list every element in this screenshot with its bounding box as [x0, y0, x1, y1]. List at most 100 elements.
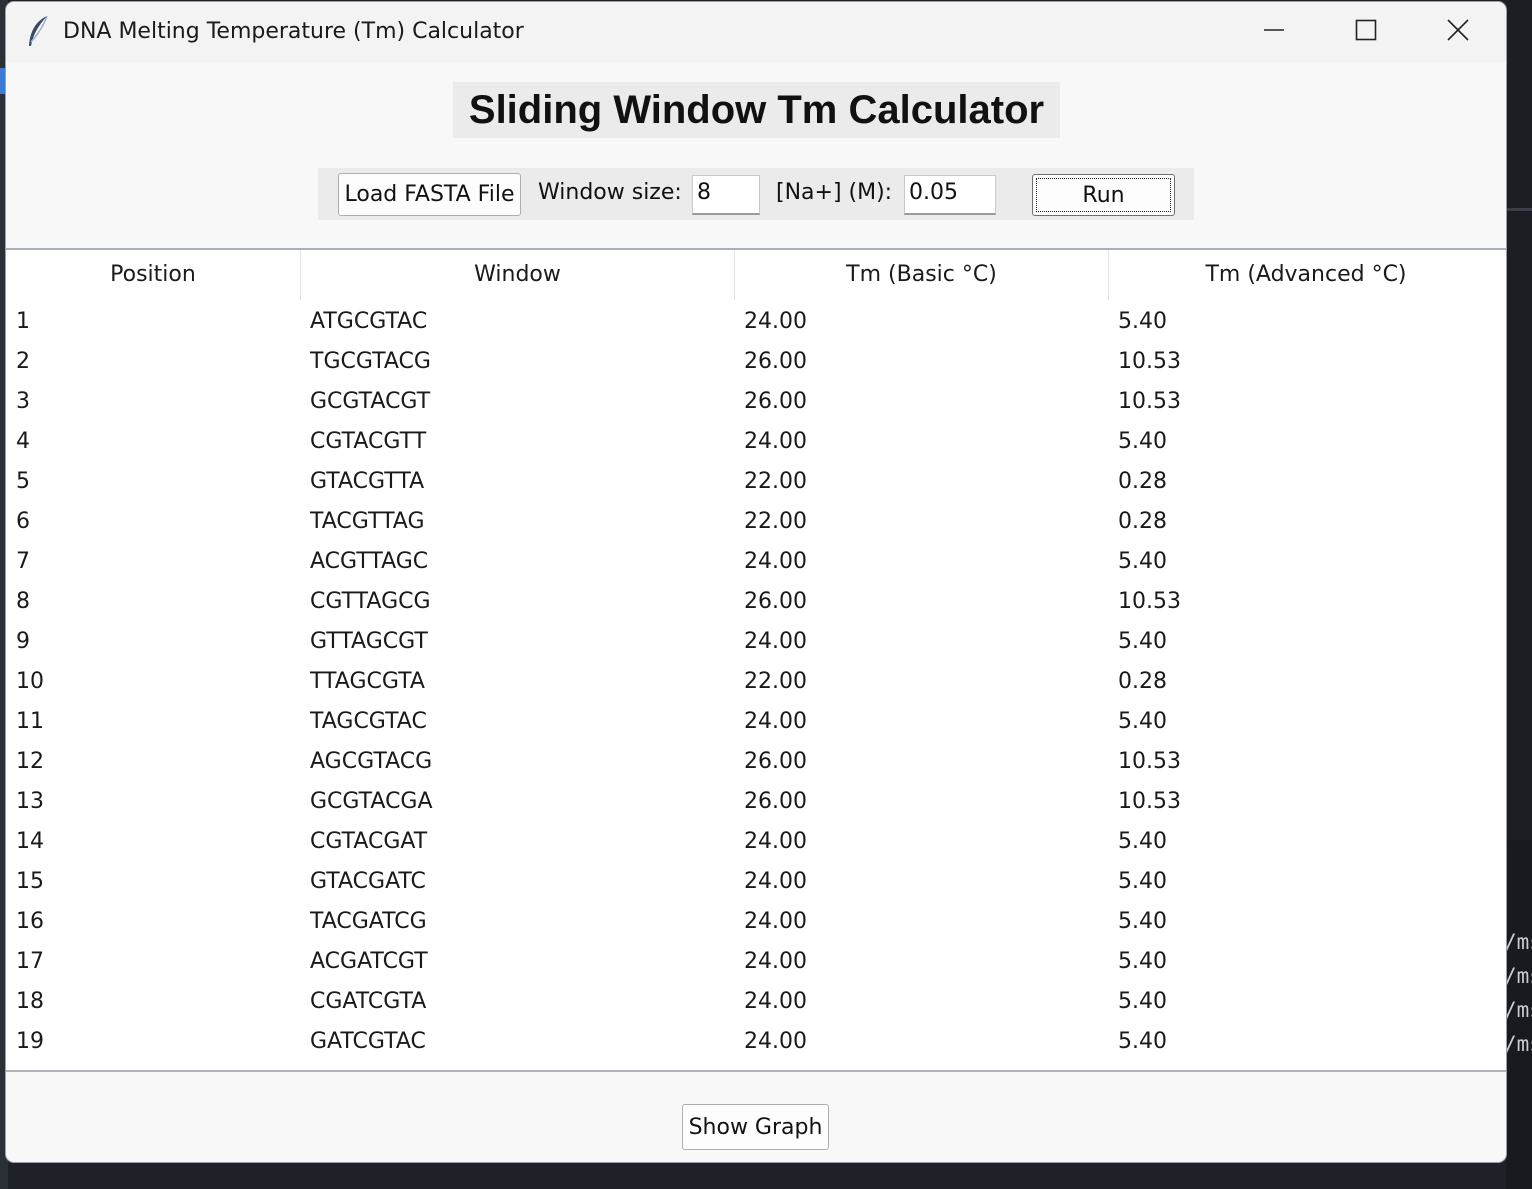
close-button[interactable] — [1412, 2, 1504, 62]
cell-window: CGTACGAT — [310, 829, 428, 854]
cell-tm-advanced: 10.53 — [1118, 749, 1181, 774]
cell-position: 20 — [16, 1062, 44, 1070]
minimize-icon — [1263, 19, 1285, 45]
cell-position: 12 — [16, 749, 44, 774]
cell-tm-advanced: 5.40 — [1118, 309, 1167, 334]
cell-window: GTACGTTA — [310, 469, 425, 494]
cell-tm-advanced: 5.40 — [1118, 949, 1167, 974]
cell-position: 8 — [16, 589, 30, 614]
cell-position: 15 — [16, 869, 44, 894]
cell-tm-basic: 24.00 — [744, 709, 807, 734]
table-row[interactable]: 7 ACGTTAGC 24.00 5.40 — [6, 542, 1506, 582]
cell-window: GCGTACGA — [310, 789, 433, 814]
cell-tm-advanced: 10.53 — [1118, 789, 1181, 814]
cell-tm-advanced: 5.40 — [1118, 869, 1167, 894]
cell-tm-basic: 24.00 — [744, 309, 807, 334]
cell-window: ACGATCGT — [310, 949, 428, 974]
cell-tm-basic: 24.00 — [744, 629, 807, 654]
table-row[interactable]: 1 ATGCGTAC 24.00 5.40 — [6, 302, 1506, 342]
cell-tm-basic: 22.00 — [744, 509, 807, 534]
page-title: Sliding Window Tm Calculator — [453, 82, 1060, 138]
cell-position: 6 — [16, 509, 30, 534]
table-row[interactable]: 17 ACGATCGT 24.00 5.40 — [6, 942, 1506, 982]
column-header-tm-advanced[interactable]: Tm (Advanced °C) — [1109, 250, 1503, 300]
cell-window: GATCGTAC — [310, 1029, 426, 1054]
cell-position: 9 — [16, 629, 30, 654]
background-divider — [1506, 208, 1532, 211]
table-row[interactable]: 6 TACGTTAG 22.00 0.28 — [6, 502, 1506, 542]
run-button[interactable]: Run — [1032, 174, 1175, 216]
table-row[interactable]: 11 TAGCGTAC 24.00 5.40 — [6, 702, 1506, 742]
table-row[interactable]: 14 CGTACGAT 24.00 5.40 — [6, 822, 1506, 862]
cell-tm-basic: 24.00 — [744, 949, 807, 974]
cell-tm-basic: 26.00 — [744, 349, 807, 374]
focus-ring — [1036, 178, 1171, 212]
cell-window: TGCGTACG — [310, 349, 431, 374]
table-row[interactable]: 16 TACGATCG 24.00 5.40 — [6, 902, 1506, 942]
cell-tm-basic: 26.00 — [744, 589, 807, 614]
cell-tm-advanced: 0.28 — [1118, 509, 1167, 534]
app-window: DNA Melting Temperature (Tm) Calculator … — [6, 2, 1506, 1162]
table-row[interactable]: 5 GTACGTTA 22.00 0.28 — [6, 462, 1506, 502]
cell-position: 17 — [16, 949, 44, 974]
column-header-position[interactable]: Position — [6, 250, 301, 300]
table-row[interactable]: 12 AGCGTACG 26.00 10.53 — [6, 742, 1506, 782]
cell-tm-basic: 24.00 — [744, 1029, 807, 1054]
close-icon — [1447, 19, 1469, 45]
na-concentration-input[interactable]: 0.05 — [904, 175, 996, 215]
table-body: 1 ATGCGTAC 24.00 5.40 2 TGCGTACG 26.00 10.53 3 GC… — [6, 302, 1506, 1070]
table-row[interactable]: 9 GTTAGCGT 24.00 5.40 — [6, 622, 1506, 662]
cell-position: 14 — [16, 829, 44, 854]
cell-tm-basic: 24.00 — [744, 549, 807, 574]
cell-window: TACGTTAG — [310, 509, 425, 534]
table-row[interactable]: 3 GCGTACGT 26.00 10.53 — [6, 382, 1506, 422]
cell-tm-advanced: 10.53 — [1118, 589, 1181, 614]
table-row[interactable]: 10 TTAGCGTA 22.00 0.28 — [6, 662, 1506, 702]
cell-window: GTTAGCGT — [310, 629, 428, 654]
table-row[interactable]: 4 CGTACGTT 24.00 5.40 — [6, 422, 1506, 462]
title-bar[interactable]: DNA Melting Temperature (Tm) Calculator — [6, 2, 1506, 62]
table-row[interactable]: 20 ATCGTACG 24.00 5.40 — [6, 1062, 1506, 1070]
table-row[interactable]: 15 GTACGATC 24.00 5.40 — [6, 862, 1506, 902]
minimize-button[interactable] — [1228, 2, 1320, 62]
controls-toolbar: Load FASTA File Window size: 8 [Na+] (M)… — [318, 168, 1194, 220]
cell-position: 2 — [16, 349, 30, 374]
cell-tm-advanced: 5.40 — [1118, 709, 1167, 734]
cell-tm-advanced: 5.40 — [1118, 1029, 1167, 1054]
background-terminal-line: /ms — [1504, 1032, 1532, 1056]
cell-position: 16 — [16, 909, 44, 934]
cell-tm-advanced: 5.40 — [1118, 989, 1167, 1014]
cell-tm-basic: 26.00 — [744, 789, 807, 814]
cell-position: 19 — [16, 1029, 44, 1054]
cell-window: CGATCGTA — [310, 989, 427, 1014]
window-size-input[interactable]: 8 — [692, 175, 760, 215]
cell-tm-advanced: 10.53 — [1118, 389, 1181, 414]
cell-tm-advanced: 0.28 — [1118, 469, 1167, 494]
table-row[interactable]: 19 GATCGTAC 24.00 5.40 — [6, 1022, 1506, 1062]
maximize-button[interactable] — [1320, 2, 1412, 62]
cell-tm-advanced: 5.40 — [1118, 429, 1167, 454]
cell-tm-basic: 24.00 — [744, 989, 807, 1014]
column-header-tm-basic[interactable]: Tm (Basic °C) — [735, 250, 1109, 300]
load-fasta-button[interactable]: Load FASTA File — [338, 173, 521, 216]
cell-position: 3 — [16, 389, 30, 414]
cell-window: CGTACGTT — [310, 429, 427, 454]
table-row[interactable]: 2 TGCGTACG 26.00 10.53 — [6, 342, 1506, 382]
results-table[interactable]: Position Window Tm (Basic °C) Tm (Advanc… — [6, 248, 1506, 1072]
na-concentration-label: [Na+] (M): — [776, 180, 893, 205]
cell-position: 18 — [16, 989, 44, 1014]
cell-tm-basic: 24.00 — [744, 829, 807, 854]
column-header-window[interactable]: Window — [301, 250, 735, 300]
cell-tm-basic: 24.00 — [744, 429, 807, 454]
table-header: Position Window Tm (Basic °C) Tm (Advanc… — [6, 250, 1506, 300]
maximize-icon — [1355, 19, 1377, 45]
cell-position: 10 — [16, 669, 44, 694]
table-row[interactable]: 8 CGTTAGCG 26.00 10.53 — [6, 582, 1506, 622]
cell-window: AGCGTACG — [310, 749, 433, 774]
cell-position: 13 — [16, 789, 44, 814]
cell-tm-basic: 26.00 — [744, 389, 807, 414]
table-row[interactable]: 18 CGATCGTA 24.00 5.40 — [6, 982, 1506, 1022]
table-row[interactable]: 13 GCGTACGA 26.00 10.53 — [6, 782, 1506, 822]
show-graph-button[interactable]: Show Graph — [682, 1104, 829, 1150]
cell-window: GTACGATC — [310, 869, 426, 894]
